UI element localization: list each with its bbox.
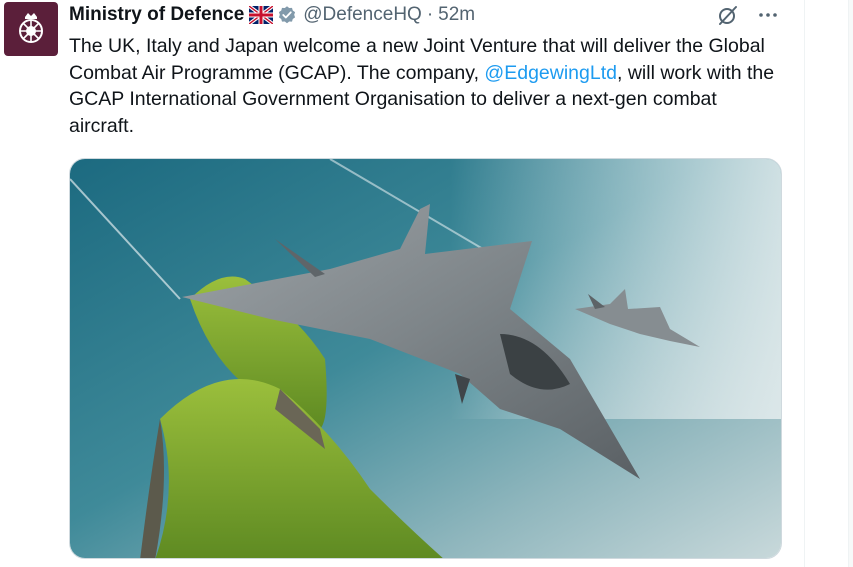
author-handle[interactable]: @DefenceHQ [303, 4, 422, 26]
page: Ministry of Defence @DefenceHQ · 52m The… [0, 0, 853, 567]
sidebar-card [848, 0, 853, 567]
tweet-text: The UK, Italy and Japan welcome a new Jo… [69, 33, 784, 139]
timestamp[interactable]: 52m [438, 4, 475, 26]
uk-flag-icon [248, 4, 275, 26]
grok-icon[interactable] [716, 3, 740, 27]
mention-link[interactable]: @EdgewingLtd [484, 62, 617, 84]
tweet-media-image[interactable] [69, 158, 782, 559]
more-options-icon[interactable] [756, 3, 780, 27]
avatar[interactable] [4, 2, 58, 56]
verified-badge-icon[interactable] [277, 5, 297, 25]
tweet-header: Ministry of Defence @DefenceHQ · 52m [69, 3, 475, 27]
separator-dot: · [426, 4, 434, 25]
tweet-actions [716, 3, 780, 27]
combat-aircraft-photo [70, 159, 781, 558]
right-sidebar [806, 0, 853, 567]
author-name[interactable]: Ministry of Defence [69, 4, 244, 26]
mod-crest-icon [19, 13, 43, 43]
tweet-card[interactable]: Ministry of Defence @DefenceHQ · 52m The… [0, 0, 805, 567]
